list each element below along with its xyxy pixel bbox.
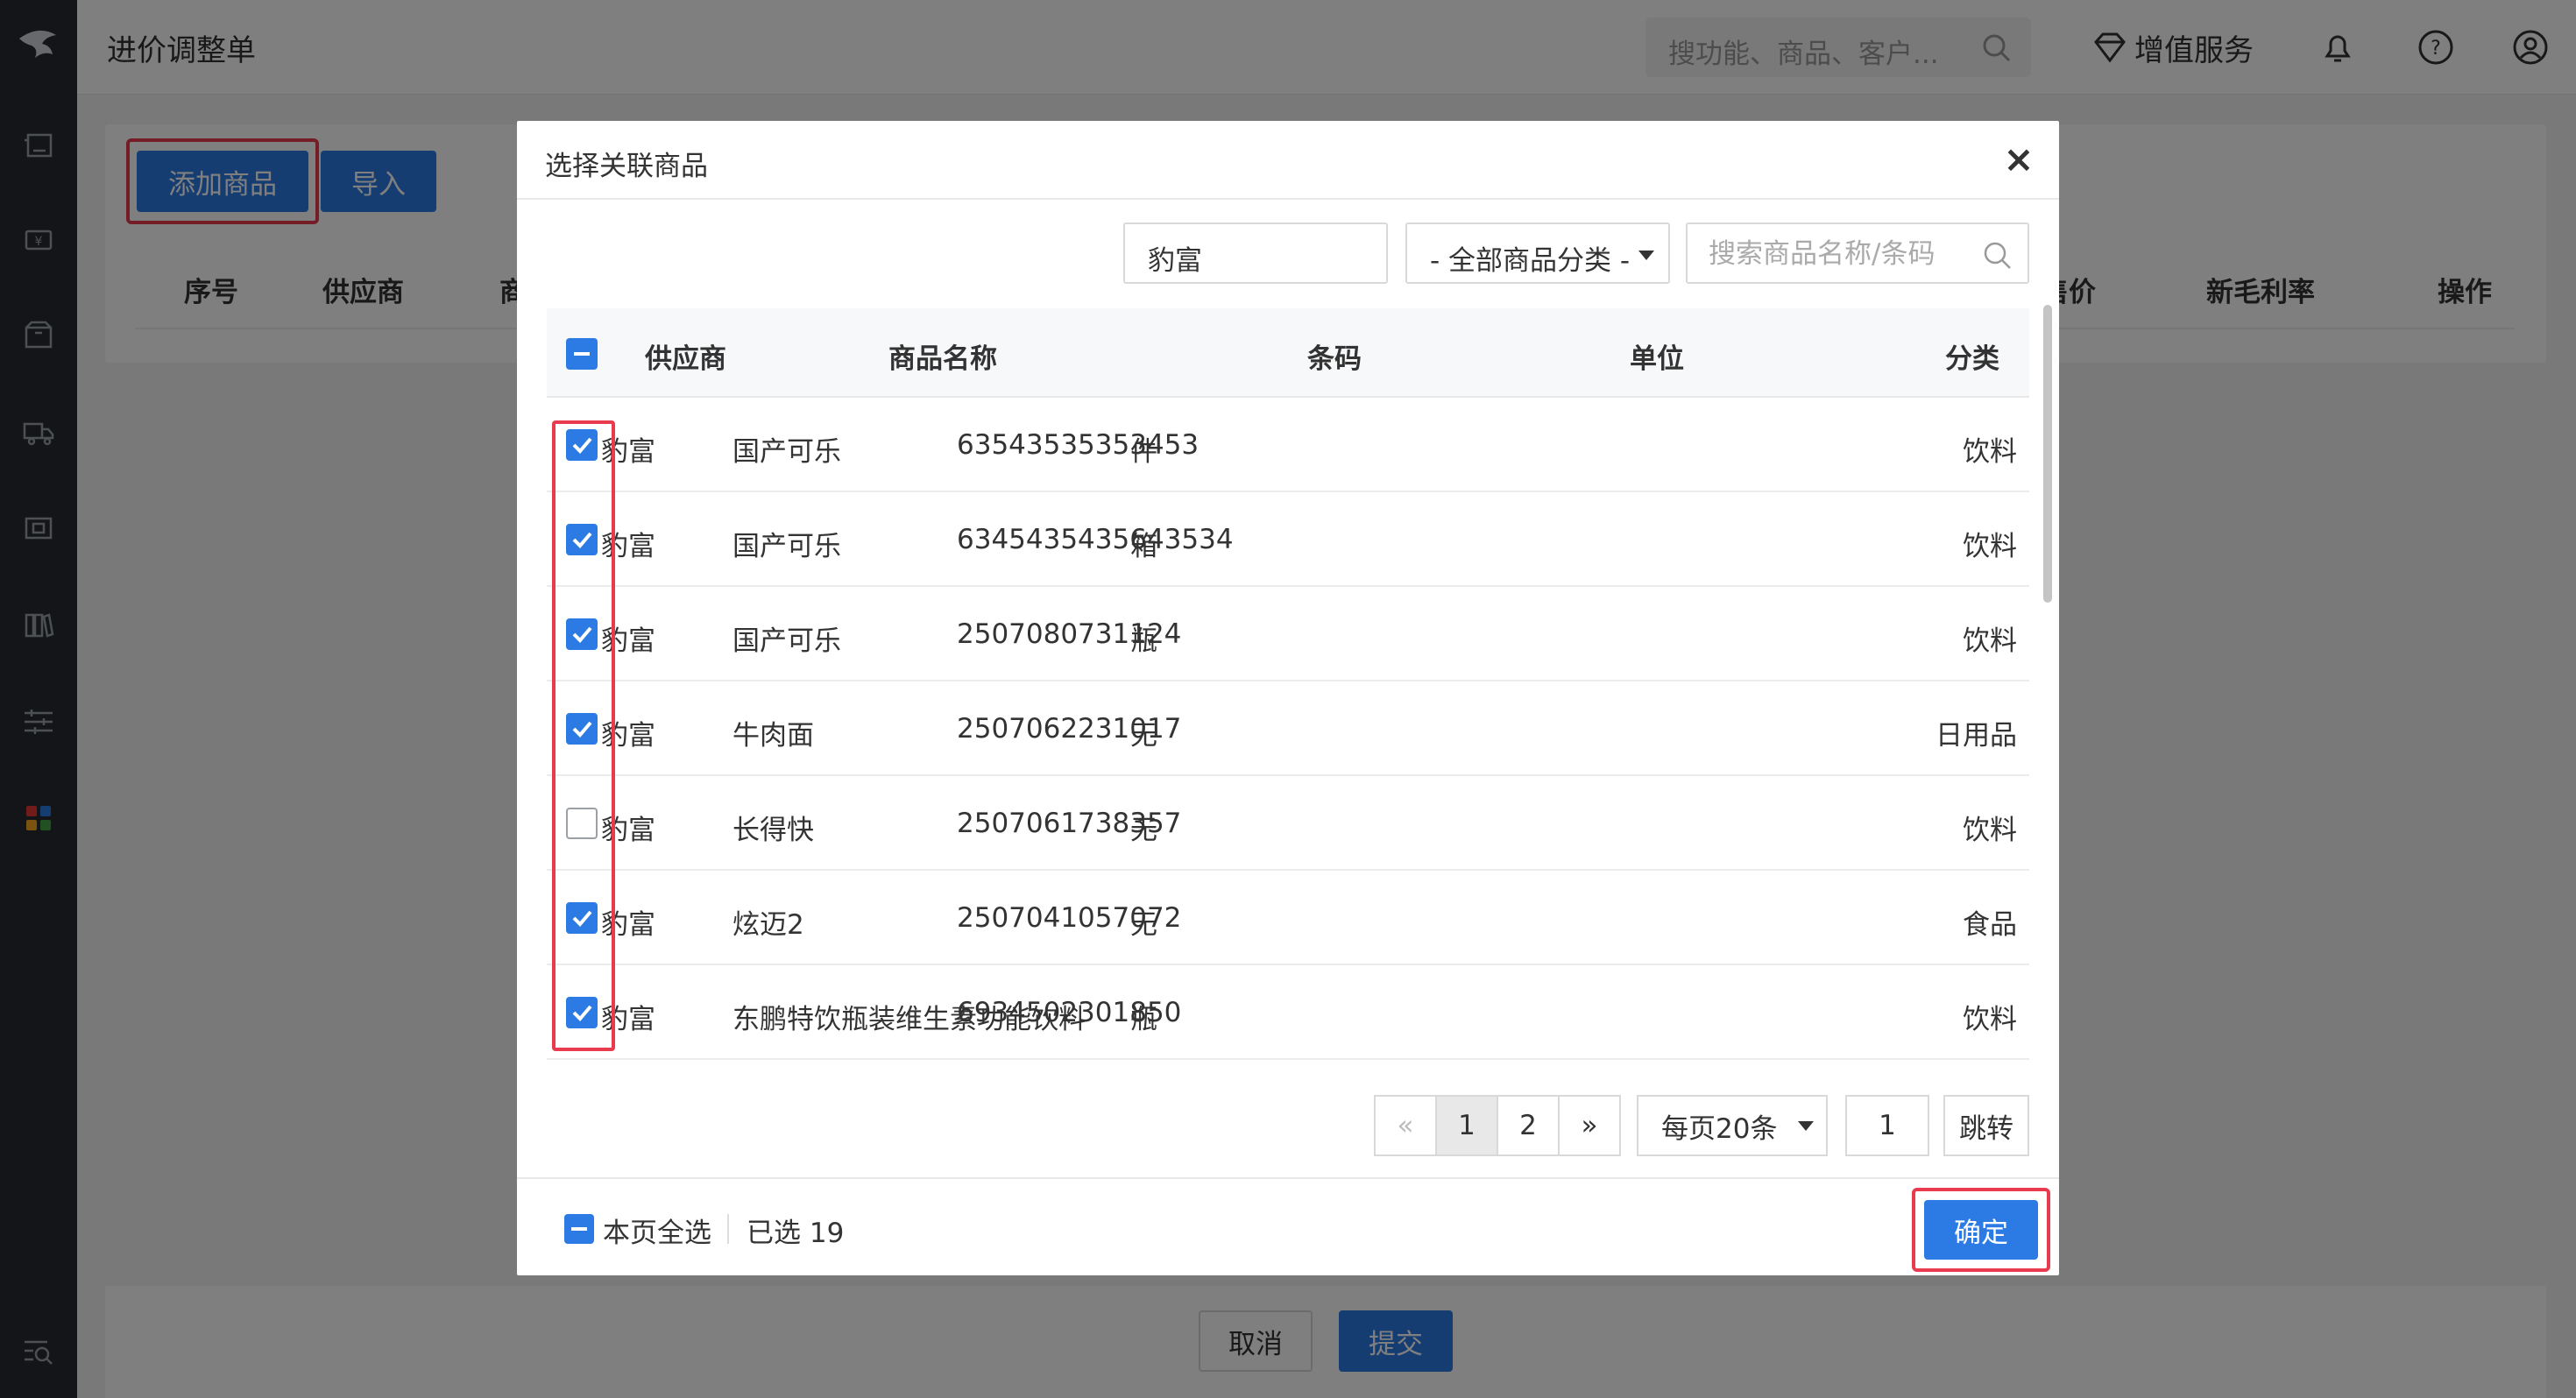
minus-icon bbox=[571, 1227, 587, 1231]
page-1-button[interactable]: 1 bbox=[1435, 1095, 1498, 1156]
table-row[interactable]: 豹富 国产可乐 6345435435643534 箱饮料 bbox=[547, 492, 2029, 587]
table-row[interactable]: 豹富 国产可乐 63543535353453 件饮料 bbox=[547, 398, 2029, 492]
table-header-row: 供应商 商品名称 条码 单位 分类 bbox=[547, 308, 2029, 398]
cell-product-name: 长得快 bbox=[732, 815, 814, 846]
product-search-input[interactable] bbox=[1709, 237, 1971, 272]
cell-unit: 瓶 bbox=[1130, 625, 1157, 657]
close-icon[interactable]: × bbox=[1999, 140, 2038, 179]
cell-product-name: 国产可乐 bbox=[732, 531, 841, 562]
modal-title: 选择关联商品 bbox=[545, 151, 708, 182]
column-barcode: 条码 bbox=[1307, 343, 1362, 375]
table-row[interactable]: 豹富 牛肉面 2507062231017 无日用品 bbox=[547, 681, 2029, 776]
cell-unit: 无 bbox=[1130, 815, 1157, 846]
selected-count: 已选 19 bbox=[747, 1218, 845, 1249]
cell-unit: 件 bbox=[1130, 436, 1157, 468]
page-size-select[interactable]: 每页20条 bbox=[1637, 1095, 1828, 1156]
page-select-all-checkbox[interactable] bbox=[564, 1214, 594, 1244]
column-unit: 单位 bbox=[1630, 343, 1684, 375]
table-row[interactable]: 豹富 国产可乐 2507080731124 瓶饮料 bbox=[547, 587, 2029, 681]
cell-unit: 箱 bbox=[1130, 531, 1157, 562]
cell-unit: 无 bbox=[1130, 909, 1157, 941]
next-page-button[interactable]: » bbox=[1558, 1095, 1621, 1156]
checkbox-column-highlight bbox=[552, 420, 615, 1051]
page-size-value: 每页20条 bbox=[1661, 1112, 1778, 1145]
cell-product-name: 国产可乐 bbox=[732, 625, 841, 657]
cell-barcode: 63543535353453 bbox=[957, 429, 1200, 461]
modal-footer: 本页全选 已选 19 bbox=[517, 1177, 2059, 1275]
column-supplier: 供应商 bbox=[645, 343, 726, 375]
cell-category: 饮料 bbox=[1963, 815, 2017, 846]
jump-button[interactable]: 跳转 bbox=[1943, 1095, 2029, 1156]
scrollbar[interactable] bbox=[2043, 305, 2052, 603]
cell-category: 饮料 bbox=[1963, 436, 2017, 468]
cell-category: 饮料 bbox=[1963, 1004, 2017, 1035]
cell-product-name: 炫迈2 bbox=[732, 909, 804, 941]
page-select-all-label[interactable]: 本页全选 bbox=[603, 1211, 711, 1250]
column-product-name: 商品名称 bbox=[888, 343, 997, 375]
table-row[interactable]: 豹富 长得快 2507061738357 无饮料 bbox=[547, 776, 2029, 871]
category-select-value: - 全部商品分类 - bbox=[1430, 245, 1631, 277]
column-category: 分类 bbox=[1945, 343, 1999, 375]
table-row[interactable]: 豹富 炫迈2 2507041057072 无食品 bbox=[547, 871, 2029, 965]
caret-down-icon bbox=[1798, 1121, 1814, 1131]
cell-unit: 无 bbox=[1130, 720, 1157, 752]
table-row[interactable]: 豹富 东鹏特饮瓶装维生素功能饮料 6934502301850 瓶饮料 bbox=[547, 965, 2029, 1060]
supplier-filter-value: 豹富 bbox=[1148, 245, 1202, 277]
modal-header: 选择关联商品 × bbox=[517, 121, 2059, 200]
product-search-field[interactable] bbox=[1686, 222, 2029, 284]
jump-page-input[interactable]: 1 bbox=[1845, 1095, 1929, 1156]
select-products-modal: 选择关联商品 × 豹富 - 全部商品分类 - 供应商 商品名称 条码 单位 分类… bbox=[517, 121, 2059, 1275]
cell-barcode: 6345435435643534 bbox=[957, 524, 1234, 555]
prev-page-button[interactable]: « bbox=[1374, 1095, 1437, 1156]
cell-product-name: 国产可乐 bbox=[732, 436, 841, 468]
category-select[interactable]: - 全部商品分类 - bbox=[1405, 222, 1670, 284]
confirm-button-highlight bbox=[1912, 1188, 2050, 1272]
divider bbox=[727, 1214, 729, 1244]
cell-unit: 瓶 bbox=[1130, 1004, 1157, 1035]
cell-product-name: 牛肉面 bbox=[732, 720, 814, 752]
search-icon[interactable] bbox=[1982, 240, 2013, 272]
supplier-filter[interactable]: 豹富 bbox=[1123, 222, 1388, 284]
minus-icon bbox=[574, 352, 590, 356]
select-all-checkbox[interactable] bbox=[566, 338, 598, 370]
page-2-button[interactable]: 2 bbox=[1497, 1095, 1560, 1156]
cell-category: 饮料 bbox=[1963, 531, 2017, 562]
cell-category: 食品 bbox=[1963, 909, 2017, 941]
cell-category: 日用品 bbox=[1936, 720, 2017, 752]
caret-down-icon bbox=[1638, 251, 1654, 260]
cell-category: 饮料 bbox=[1963, 625, 2017, 657]
